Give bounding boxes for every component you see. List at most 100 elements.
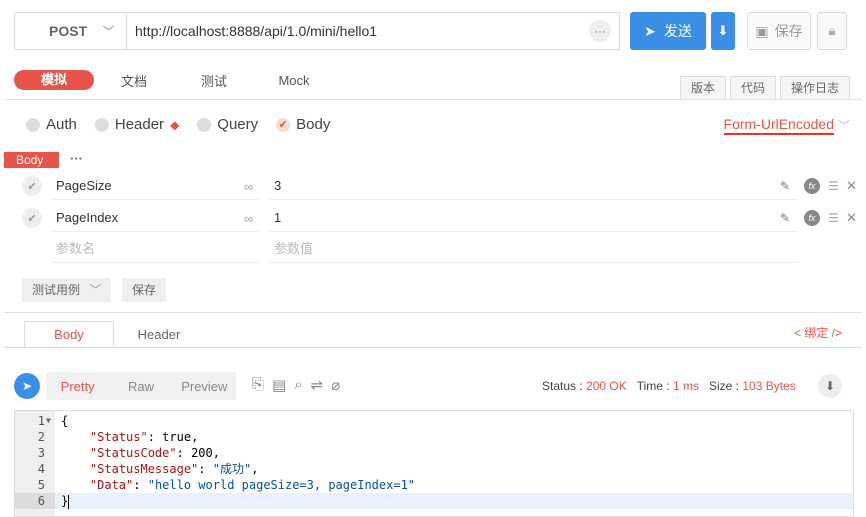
tab-docs[interactable]: 文档 — [94, 71, 174, 90]
body-section-label: Body — [4, 152, 59, 168]
method-value: POST — [49, 23, 88, 39]
fold-icon[interactable]: ▼ — [46, 413, 51, 429]
save-request-label: 保存 — [774, 23, 803, 39]
close-icon[interactable]: ✕ — [846, 178, 857, 194]
param-row: ✔ PageIndex ∞ 1 ✎ fx ☰ ✕ — [18, 203, 858, 233]
divider — [4, 347, 862, 348]
cube-icon: ◆ — [170, 117, 180, 132]
radio-query[interactable]: Query — [197, 116, 258, 133]
tab-response-body[interactable]: Body — [24, 321, 114, 348]
save-params-button[interactable]: 保存 — [122, 278, 167, 302]
url-value: http://localhost:8888/api/1.0/mini/hello… — [135, 23, 378, 39]
test-case-button[interactable]: 测试用例 ﹀ — [22, 278, 112, 302]
chevron-down-icon[interactable]: ﹀ — [838, 117, 850, 134]
send-button[interactable]: ➤ 发送 — [630, 12, 706, 50]
chevron-down-icon: ﹀ — [89, 283, 102, 297]
radio-label: Body — [296, 116, 331, 133]
tab-test[interactable]: 测试 — [174, 71, 254, 90]
radio-circle — [197, 117, 212, 132]
bind-link[interactable]: < 绑定 /> — [794, 324, 842, 341]
lock-button[interactable]: 🔒︎ — [817, 12, 847, 50]
main-tabs: 模拟 文档 测试 Mock — [14, 70, 334, 90]
code-line: 2 "Status": true, — [37, 430, 199, 444]
more-icon[interactable]: ··· — [70, 151, 83, 166]
view-preview[interactable]: Preview — [173, 379, 236, 394]
encoding-select[interactable]: Form-UrlEncoded — [723, 116, 834, 135]
search-icon[interactable]: ⌕ — [294, 376, 302, 394]
menu-icon[interactable]: ☰ — [828, 211, 839, 225]
radio-circle — [94, 117, 109, 132]
radio-label: Query — [217, 116, 259, 133]
lock-icon: 🔒︎ — [828, 23, 836, 38]
arrow-down-icon: ⬇ — [717, 23, 729, 38]
text-caret — [68, 494, 70, 509]
response-code-editor[interactable]: 1 ▼ { 2 "Status": true, 3 "StatusCode": 2… — [14, 410, 854, 517]
right-tabs: 版本 代码 操作日志 — [679, 76, 850, 99]
check-icon: ✔ — [276, 117, 291, 132]
status-value: 200 OK — [586, 379, 627, 393]
tab-operation-log[interactable]: 操作日志 — [779, 76, 850, 99]
request-bar: POST ﹀ http://localhost:8888/api/1.0/min… — [14, 12, 852, 50]
param-name[interactable]: PageSize — [50, 172, 260, 200]
param-value[interactable]: 1 — [268, 204, 798, 232]
link-icon[interactable]: ∞ — [244, 211, 253, 226]
tab-code[interactable]: 代码 — [729, 76, 776, 99]
response-status: Status : 200 OK Time : 1 ms Size : 103 B… — [542, 379, 796, 393]
param-value[interactable]: 3 — [268, 172, 798, 200]
method-select[interactable]: POST ﹀ — [14, 12, 126, 50]
param-value-input[interactable]: 参数值 — [268, 235, 798, 263]
chevron-down-icon: ﹀ — [103, 26, 114, 38]
response-tabs: Body Header — [24, 321, 204, 348]
time-label: Time : — [636, 379, 670, 393]
param-name-input[interactable]: 参数名 — [50, 235, 260, 263]
download-icon[interactable]: ⬇ — [818, 374, 842, 398]
code-line: 5 "Data": "hello world pageSize=3, pageI… — [37, 478, 416, 492]
code-line: 4 "StatusMessage": "成功", — [37, 462, 259, 476]
radio-header[interactable]: Header ◆ — [94, 116, 180, 133]
view-raw[interactable]: Raw — [109, 379, 172, 394]
code-line-current: 6 } — [15, 493, 853, 509]
wrap-icon[interactable]: ⇌ — [311, 376, 324, 394]
view-mode-switch: Pretty Raw Preview — [46, 372, 236, 400]
tab-simulate[interactable]: 模拟 — [14, 70, 94, 90]
save-icon: ▣ — [755, 22, 769, 39]
edit-icon[interactable]: ✎ — [780, 211, 790, 225]
edit-icon[interactable]: ✎ — [780, 179, 790, 193]
copy-icon[interactable]: ⎘ — [252, 376, 264, 394]
save-request-button[interactable]: ▣ 保存 — [747, 12, 811, 50]
check-icon[interactable]: ✔ — [22, 176, 42, 196]
radio-auth[interactable]: Auth — [26, 116, 77, 133]
fx-icon[interactable]: fx — [804, 178, 820, 194]
view-pretty[interactable]: Pretty — [46, 379, 109, 394]
link-icon[interactable]: ∞ — [244, 179, 253, 194]
size-label: Size : — [708, 379, 739, 393]
tab-response-header[interactable]: Header — [114, 322, 204, 348]
send-icon[interactable]: ➤ — [14, 373, 40, 399]
code-line: 3 "StatusCode": 200, — [37, 446, 220, 460]
status-label: Status : — [542, 379, 583, 393]
size-value: 103 Bytes — [742, 379, 796, 393]
radio-body[interactable]: ✔ Body — [276, 116, 330, 133]
tab-version[interactable]: 版本 — [679, 76, 726, 99]
tab-mock[interactable]: Mock — [254, 73, 334, 88]
code-line: 1 ▼ { — [37, 413, 69, 429]
check-icon[interactable]: ✔ — [22, 208, 42, 228]
document-icon[interactable]: ▤ — [272, 376, 286, 394]
fx-icon[interactable]: fx — [804, 210, 820, 226]
test-case-label: 测试用例 — [32, 283, 81, 297]
menu-icon[interactable]: ☰ — [828, 179, 839, 193]
more-icon[interactable]: ··· — [589, 20, 611, 42]
radio-circle — [26, 117, 40, 132]
time-value: 1 ms — [672, 379, 699, 393]
divider — [4, 99, 862, 100]
param-name[interactable]: PageIndex — [50, 204, 260, 232]
body-type-radios: Auth Header ◆ Query ✔ Body — [26, 116, 330, 133]
send-label: 发送 — [663, 23, 692, 39]
clear-icon[interactable]: ⌀ — [331, 376, 340, 394]
param-row-new: 参数名 参数值 — [18, 234, 858, 264]
close-icon[interactable]: ✕ — [846, 210, 857, 226]
response-tools: ⎘ ▤ ⌕ ⇌ ⌀ — [252, 376, 340, 394]
url-input[interactable]: http://localhost:8888/api/1.0/mini/hello… — [126, 12, 620, 50]
divider — [4, 312, 862, 313]
send-dropdown-button[interactable]: ⬇ — [711, 12, 735, 50]
